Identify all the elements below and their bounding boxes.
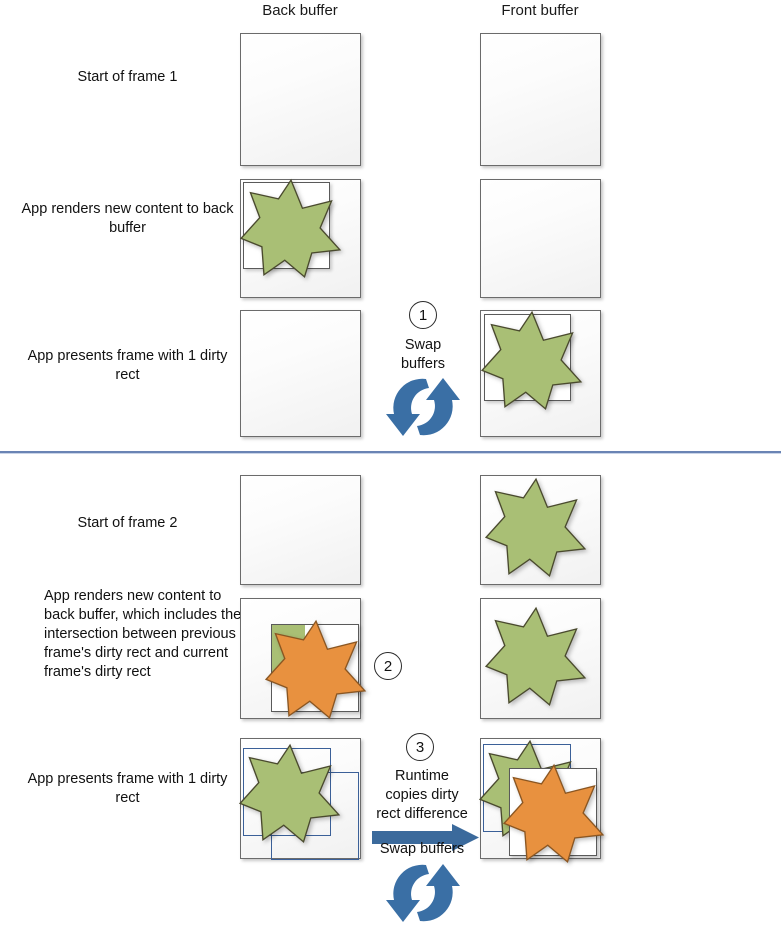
buffer-frame1-present-back (240, 310, 361, 437)
buffer-frame2-present-front (478, 738, 605, 864)
diagram-canvas: Back buffer Front buffer Start of frame … (0, 0, 781, 922)
column-header-back-buffer: Back buffer (262, 2, 338, 19)
buffer-frame1-start-front (480, 33, 601, 166)
section-divider (0, 451, 781, 454)
green-star-frame2-start (484, 475, 588, 579)
row-label-frame1-start: Start of frame 1 (77, 69, 178, 85)
orange-star-frame2-render (264, 617, 368, 721)
row-label-frame2-start: Start of frame 2 (77, 515, 178, 531)
step-3-caption-swap: Swap buffers (379, 841, 465, 857)
buffer-frame1-render-back (239, 176, 361, 298)
buffer-frame1-present-front (480, 310, 601, 437)
step-1-circle: 1 (409, 301, 437, 329)
buffer-frame2-present-back (238, 738, 361, 860)
buffer-frame2-render-front (480, 598, 601, 719)
row-label-frame2-present: App presents frame with 1 dirty rect (27, 771, 228, 806)
step-2-circle: 2 (374, 652, 402, 680)
row-label-frame1-present: App presents frame with 1 dirty rect (27, 348, 228, 383)
row-label-frame1-render: App renders new content to back buffer (21, 201, 234, 236)
buffer-frame2-render-back (240, 598, 367, 720)
column-header-front-buffer: Front buffer (501, 2, 579, 19)
row-label-frame2-render: App renders new content to back buffer, … (44, 588, 242, 680)
buffer-frame2-start-back (240, 475, 361, 585)
orange-star-frame2-present-front (502, 761, 606, 865)
green-star-frame2-present-back (238, 741, 342, 845)
green-star-frame1-render (239, 176, 343, 280)
step-3-circle: 3 (406, 733, 434, 761)
buffer-frame1-start-back (240, 33, 361, 166)
step-1-caption: Swap buffers (400, 337, 446, 372)
step-3-caption: Runtime copies dirty rect difference (376, 768, 468, 822)
green-star-frame2-render (484, 604, 588, 708)
swap-buffers-icon-2 (385, 860, 461, 926)
buffer-frame2-start-front (480, 475, 601, 585)
swap-buffers-icon (385, 374, 461, 440)
green-star-frame1-present (480, 308, 584, 412)
buffer-frame1-render-front (480, 179, 601, 298)
